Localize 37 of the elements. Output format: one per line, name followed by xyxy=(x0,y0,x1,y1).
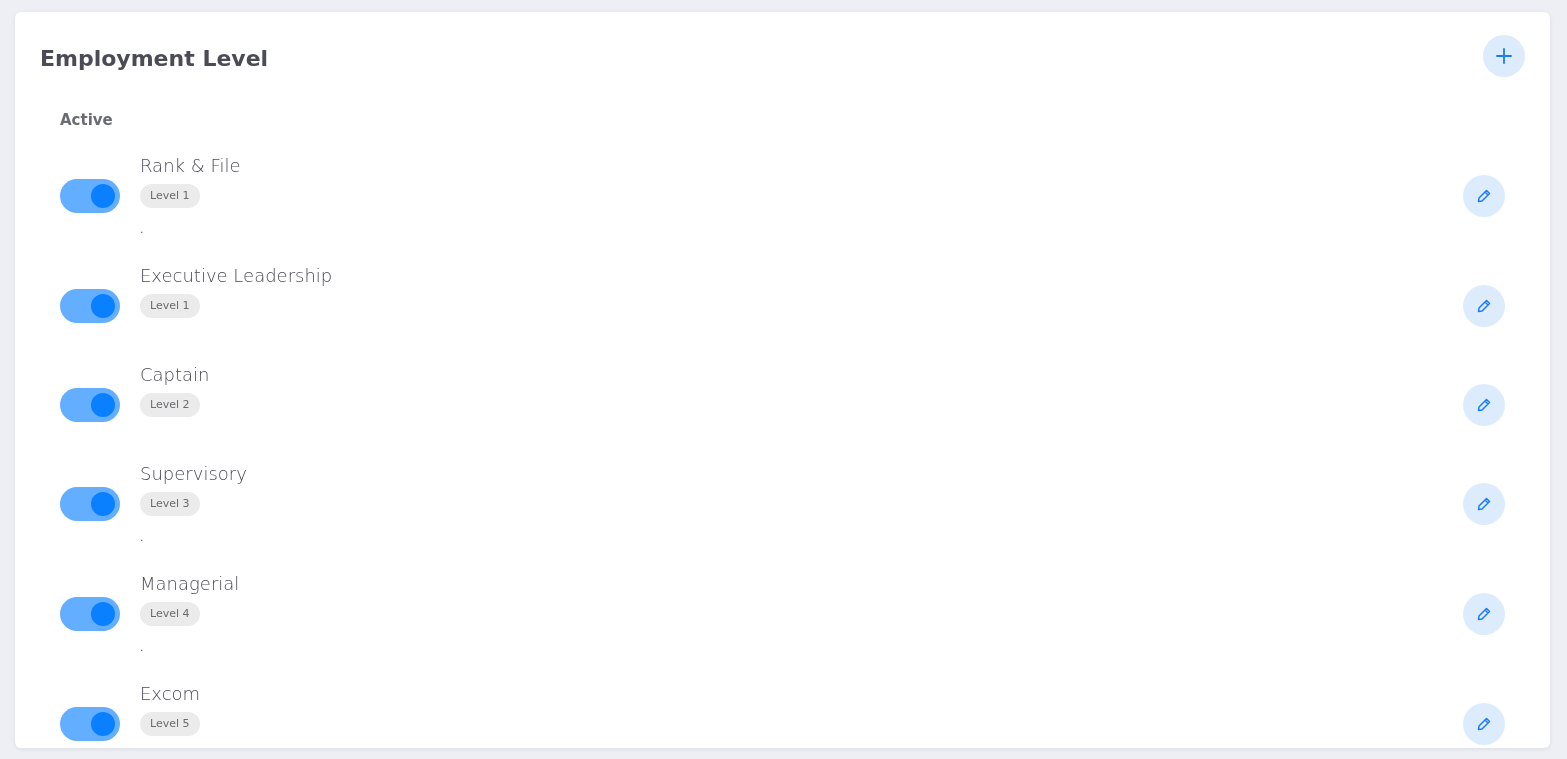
level-description: . xyxy=(140,222,144,238)
card-title: Employment Level xyxy=(40,45,269,71)
pencil-icon xyxy=(1476,298,1492,314)
level-name: Excom xyxy=(140,682,201,706)
level-badge: Level 3 xyxy=(140,492,200,516)
edit-button[interactable] xyxy=(1463,384,1505,426)
toggle-switch[interactable] xyxy=(60,179,120,213)
pencil-icon xyxy=(1476,188,1492,204)
level-description: . xyxy=(140,640,144,656)
edit-button[interactable] xyxy=(1463,175,1505,217)
pencil-icon xyxy=(1476,716,1492,732)
level-name: Managerial xyxy=(140,572,240,596)
level-name: Supervisory xyxy=(140,462,247,486)
section-label: Active xyxy=(60,110,114,130)
level-name: Executive Leadership xyxy=(140,264,333,288)
edit-button[interactable] xyxy=(1463,483,1505,525)
level-badge: Level 2 xyxy=(140,393,200,417)
pencil-icon xyxy=(1476,496,1492,512)
edit-button[interactable] xyxy=(1463,593,1505,635)
pencil-icon xyxy=(1476,606,1492,622)
level-badge: Level 1 xyxy=(140,294,200,318)
edit-button[interactable] xyxy=(1463,703,1505,745)
toggle-switch[interactable] xyxy=(60,487,120,521)
add-button[interactable] xyxy=(1483,35,1525,77)
level-name: Captain xyxy=(140,363,210,387)
toggle-switch[interactable] xyxy=(60,707,120,741)
plus-icon xyxy=(1496,48,1512,64)
toggle-switch[interactable] xyxy=(60,388,120,422)
level-badge: Level 1 xyxy=(140,184,200,208)
pencil-icon xyxy=(1476,397,1492,413)
level-badge: Level 4 xyxy=(140,602,200,626)
level-badge: Level 5 xyxy=(140,712,200,736)
edit-button[interactable] xyxy=(1463,285,1505,327)
level-name: Rank & File xyxy=(140,154,241,178)
toggle-switch[interactable] xyxy=(60,289,120,323)
level-description: . xyxy=(140,530,144,546)
toggle-switch[interactable] xyxy=(60,597,120,631)
